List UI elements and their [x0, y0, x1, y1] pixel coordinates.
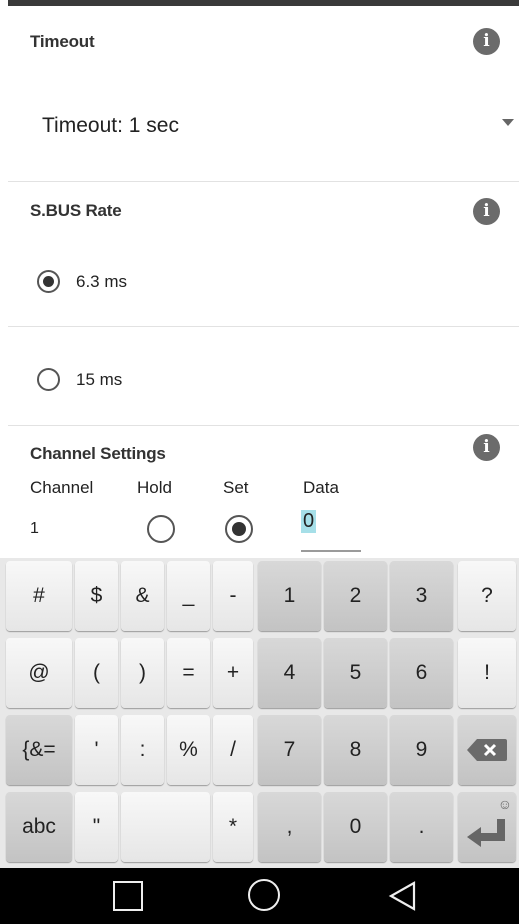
- key-2[interactable]: 2: [324, 561, 387, 631]
- key-dollar[interactable]: $: [75, 561, 118, 631]
- info-icon[interactable]: i: [473, 198, 500, 225]
- radio-checked-icon[interactable]: [37, 270, 60, 293]
- key-underscore[interactable]: _: [167, 561, 210, 631]
- keyboard: # $ & _ - 1 2 3 ? @ ( ) = + 4 5 6 ! {&= …: [0, 558, 519, 868]
- radio-unchecked-icon[interactable]: [37, 368, 60, 391]
- sbus-option-6-3ms[interactable]: 6.3 ms: [0, 262, 519, 306]
- recent-apps-icon[interactable]: [113, 881, 143, 911]
- info-icon[interactable]: i: [473, 434, 500, 461]
- channel-settings-heading: Channel Settings: [30, 444, 166, 463]
- key-asterisk[interactable]: *: [213, 792, 253, 862]
- column-header-data: Data: [303, 478, 339, 497]
- key-equals[interactable]: =: [167, 638, 210, 708]
- key-5[interactable]: 5: [324, 638, 387, 708]
- key-at[interactable]: @: [6, 638, 72, 708]
- timeout-dropdown[interactable]: Timeout: 1 sec: [0, 100, 519, 152]
- hold-radio[interactable]: [147, 515, 175, 543]
- backspace-key[interactable]: [458, 715, 516, 785]
- sbus-option-label: 6.3 ms: [76, 272, 128, 291]
- key-ampersand[interactable]: &: [121, 561, 164, 631]
- data-input-value: 0: [301, 510, 317, 533]
- key-period[interactable]: .: [390, 792, 453, 862]
- column-header-set: Set: [223, 478, 249, 497]
- data-input[interactable]: 0: [301, 508, 361, 552]
- key-comma[interactable]: ,: [258, 792, 321, 862]
- navigation-bar: [0, 868, 519, 924]
- key-apostrophe[interactable]: ': [75, 715, 118, 785]
- sbus-option-15ms[interactable]: 15 ms: [0, 360, 519, 404]
- key-4[interactable]: 4: [258, 638, 321, 708]
- divider: [8, 326, 519, 327]
- key-symbols[interactable]: {&=: [6, 715, 72, 785]
- key-open-paren[interactable]: (: [75, 638, 118, 708]
- key-9[interactable]: 9: [390, 715, 453, 785]
- key-minus[interactable]: -: [213, 561, 253, 631]
- sbus-rate-heading: S.BUS Rate: [30, 201, 122, 220]
- divider: [8, 181, 519, 182]
- smiley-icon: ☺: [497, 796, 512, 812]
- set-radio[interactable]: [225, 515, 253, 543]
- top-bar: [8, 0, 519, 6]
- column-header-hold: Hold: [137, 478, 172, 497]
- key-abc[interactable]: abc: [6, 792, 72, 862]
- home-icon[interactable]: [248, 879, 280, 911]
- key-question[interactable]: ?: [458, 561, 516, 631]
- backspace-icon: [467, 739, 507, 761]
- enter-icon: [467, 819, 505, 847]
- key-7[interactable]: 7: [258, 715, 321, 785]
- key-space[interactable]: [121, 792, 210, 862]
- key-exclamation[interactable]: !: [458, 638, 516, 708]
- channel-number: 1: [30, 520, 39, 537]
- timeout-heading: Timeout: [30, 32, 95, 51]
- key-double-quote[interactable]: ": [75, 792, 118, 862]
- key-0[interactable]: 0: [324, 792, 387, 862]
- key-plus[interactable]: +: [213, 638, 253, 708]
- divider: [8, 425, 519, 426]
- column-header-channel: Channel: [30, 478, 94, 497]
- key-slash[interactable]: /: [213, 715, 253, 785]
- key-percent[interactable]: %: [167, 715, 210, 785]
- info-icon[interactable]: i: [473, 28, 500, 55]
- key-close-paren[interactable]: ): [121, 638, 164, 708]
- key-hash[interactable]: #: [6, 561, 72, 631]
- key-1[interactable]: 1: [258, 561, 321, 631]
- dropdown-arrow-icon: [502, 119, 514, 126]
- back-icon[interactable]: [386, 880, 418, 912]
- key-6[interactable]: 6: [390, 638, 453, 708]
- enter-key[interactable]: ☺: [458, 792, 516, 862]
- key-colon[interactable]: :: [121, 715, 164, 785]
- timeout-dropdown-value: Timeout: 1 sec: [42, 114, 179, 137]
- sbus-option-label: 15 ms: [76, 370, 123, 389]
- key-8[interactable]: 8: [324, 715, 387, 785]
- key-3[interactable]: 3: [390, 561, 453, 631]
